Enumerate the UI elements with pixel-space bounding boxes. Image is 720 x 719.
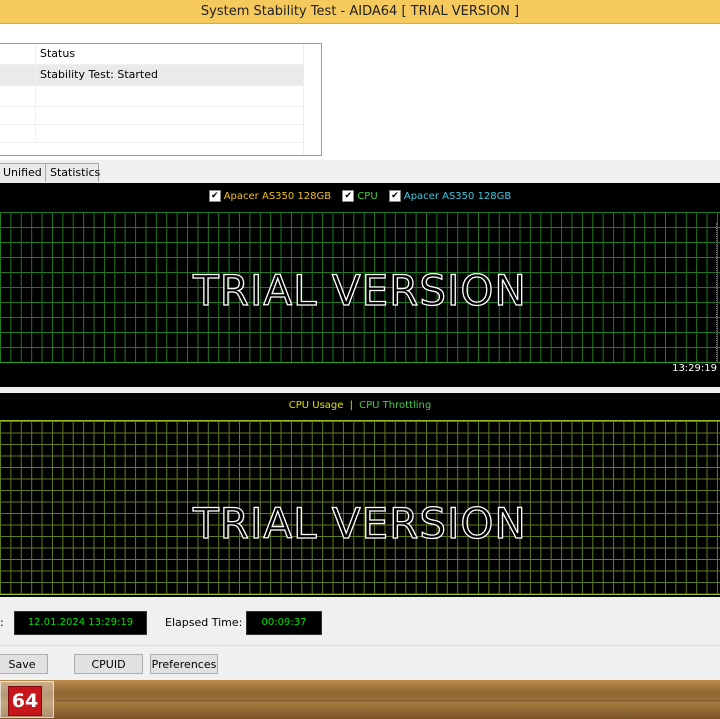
aida64-icon: 64	[8, 686, 42, 716]
legend-label: Apacer AS350 128GB	[223, 191, 332, 202]
status-cell: Stability Test: Started	[40, 68, 158, 81]
legend-label-cpu-throttling: CPU Throttling	[359, 400, 432, 411]
legend-separator: |	[349, 400, 353, 411]
table-row	[0, 122, 303, 143]
taskbar-divider	[56, 700, 720, 701]
status-table-scrollbar[interactable]	[303, 44, 321, 155]
preferences-button[interactable]: Preferences	[150, 654, 218, 674]
window-title: System Stability Test - AIDA64 [ TRIAL V…	[0, 0, 720, 24]
status-column-header[interactable]: Status	[40, 44, 75, 64]
checkbox-icon[interactable]: ✔	[388, 190, 401, 202]
legend-label-cpu-usage: CPU Usage	[288, 400, 344, 411]
taskbar-app-aida64[interactable]: 64	[0, 681, 54, 718]
legend-item-cpu[interactable]: ✔ CPU	[342, 190, 378, 202]
elapsed-time-label: Elapsed Time:	[165, 616, 243, 629]
checkbox-icon[interactable]: ✔	[342, 190, 355, 202]
main-window: Status Stability Test: Started Unified S…	[0, 24, 720, 681]
status-table-header: Status	[0, 44, 303, 65]
temperature-graph-legend: ✔ Apacer AS350 128GB ✔ CPU ✔ Apacer AS350 1…	[0, 190, 720, 202]
legend-label: Apacer AS350 128GB	[403, 191, 512, 202]
checkbox-icon[interactable]: ✔	[208, 190, 221, 202]
trial-watermark: TRIAL VERSION	[193, 265, 527, 315]
tab-statistics[interactable]: Statistics	[45, 163, 100, 182]
save-button[interactable]: Save	[0, 654, 48, 674]
tab-unified[interactable]: Unified	[0, 163, 46, 182]
started-label: :	[0, 616, 4, 629]
temperature-graph: ✔ Apacer AS350 128GB ✔ CPU ✔ Apacer AS350 1…	[0, 183, 720, 387]
cpu-usage-graph: CPU Usage | CPU Throttling TRIAL VERSION	[0, 393, 720, 597]
graph-time-label: 13:29:19	[672, 363, 717, 374]
top-panel: Status Stability Test: Started	[0, 24, 720, 160]
legend-label: CPU	[357, 191, 378, 202]
table-row[interactable]: Stability Test: Started	[0, 65, 303, 86]
test-info-row: : 12.01.2024 13:29:19 Elapsed Time: 00:0…	[0, 610, 720, 636]
cpu-usage-graph-legend: CPU Usage | CPU Throttling	[0, 400, 720, 411]
taskbar: 64	[0, 680, 720, 719]
elapsed-time-value: 00:09:37	[246, 611, 322, 635]
legend-item-apacer-2[interactable]: ✔ Apacer AS350 128GB	[388, 190, 512, 202]
trial-watermark: TRIAL VERSION	[193, 498, 527, 548]
button-bar: Save CPUID Preferences	[0, 645, 720, 681]
test-started-value: 12.01.2024 13:29:19	[14, 611, 147, 635]
status-table: Status Stability Test: Started	[0, 43, 322, 156]
legend-item-apacer-1[interactable]: ✔ Apacer AS350 128GB	[208, 190, 332, 202]
cpuid-button[interactable]: CPUID	[74, 654, 143, 674]
